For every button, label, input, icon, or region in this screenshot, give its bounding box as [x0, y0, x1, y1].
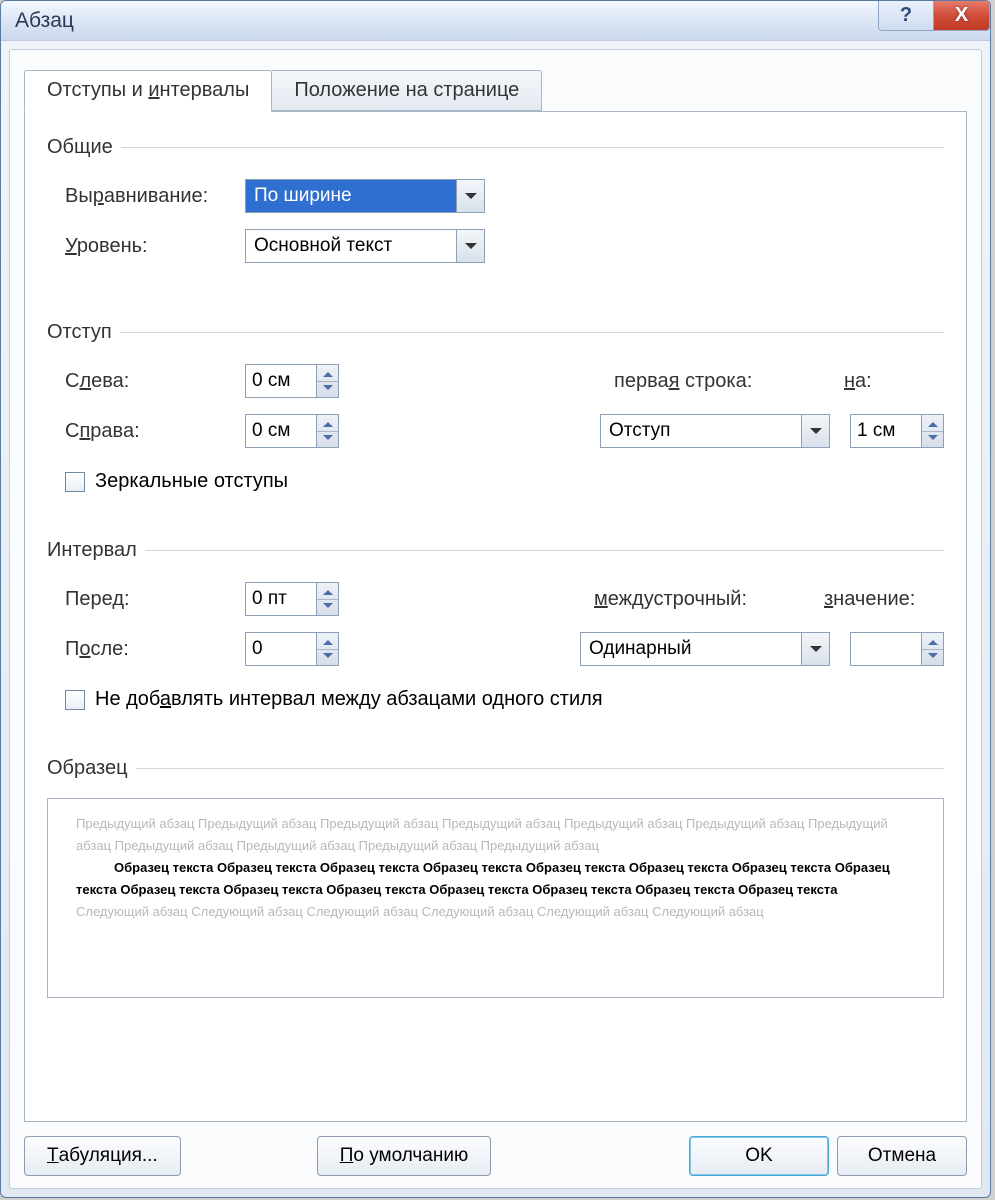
noadd-label: Не добавлять интервал между абзацами одн… — [95, 688, 603, 711]
indent-left-value: 0 см — [246, 365, 316, 397]
spinner-buttons[interactable] — [316, 633, 338, 665]
mirror-indents-checkbox[interactable] — [65, 472, 85, 492]
preview-sample-text: Образец текста Образец текста Образец те… — [76, 857, 915, 901]
spinner-buttons[interactable] — [316, 365, 338, 397]
firstline-combo[interactable]: Отступ — [600, 414, 830, 448]
noadd-checkbox[interactable] — [65, 690, 85, 710]
close-button[interactable]: X — [934, 1, 990, 31]
help-button[interactable]: ? — [878, 1, 934, 31]
before-spinner[interactable]: 0 пт — [245, 582, 339, 616]
paragraph-dialog: Абзац ? X Отступы и интервалы Положение … — [0, 0, 991, 1198]
by-label: на: — [844, 370, 944, 393]
row-level: Уровень: Основной текст — [47, 229, 944, 263]
row-indent-top: Слева: 0 см первая строка: на: — [47, 364, 944, 398]
noadd-row: Не добавлять интервал между абзацами одн… — [65, 688, 944, 711]
left-label: Слева: — [65, 370, 245, 393]
default-button[interactable]: По умолчанию — [317, 1136, 492, 1176]
client-area: Отступы и интервалы Положение на страниц… — [9, 49, 982, 1189]
after-label: После: — [65, 638, 245, 661]
after-spinner[interactable]: 0 — [245, 632, 339, 666]
tab-label: Отступы и интервалы — [47, 79, 249, 101]
ok-button[interactable]: OK — [689, 1136, 829, 1176]
firstline-value: Отступ — [601, 415, 801, 447]
group-indent: Отступ — [47, 321, 944, 344]
indent-right-value: 0 см — [246, 415, 316, 447]
row-alignment: Выравнивание: По ширине — [47, 179, 944, 213]
mirror-indents-row: Зеркальные отступы — [65, 470, 944, 493]
spinner-buttons[interactable] — [921, 415, 943, 447]
row-spacing-before: Перед: 0 пт междустрочный: значение: — [47, 582, 944, 616]
chevron-down-icon[interactable] — [801, 633, 829, 665]
firstline-label: первая строка: — [614, 370, 844, 393]
after-value: 0 — [246, 633, 316, 665]
chevron-down-icon[interactable] — [456, 180, 484, 212]
indent-left-spinner[interactable]: 0 см — [245, 364, 339, 398]
at-value — [851, 633, 921, 665]
tab-strip: Отступы и интервалы Положение на страниц… — [24, 70, 967, 111]
cancel-button[interactable]: Отмена — [837, 1136, 967, 1176]
line-spacing-combo[interactable]: Одинарный — [580, 632, 830, 666]
group-preview: Образец — [47, 757, 944, 780]
right-label: Справа: — [65, 420, 245, 443]
button-row: Табуляция... По умолчанию OK Отмена — [24, 1136, 967, 1176]
before-value: 0 пт — [246, 583, 316, 615]
level-combo[interactable]: Основной текст — [245, 229, 485, 263]
row-indent-bottom: Справа: 0 см Отступ 1 см — [47, 414, 944, 448]
spinner-buttons[interactable] — [921, 633, 943, 665]
by-value: 1 см — [851, 415, 921, 447]
group-general: Общие — [47, 136, 944, 159]
alignment-label: Выравнивание: — [65, 185, 245, 208]
row-spacing-after: После: 0 Одинарный — [47, 632, 944, 666]
tab-label: Положение на странице — [294, 79, 519, 101]
group-spacing: Интервал — [47, 539, 944, 562]
level-value: Основной текст — [246, 230, 456, 262]
mirror-indents-label: Зеркальные отступы — [95, 470, 288, 493]
before-label: Перед: — [65, 588, 245, 611]
preview-next-text: Следующий абзац Следующий абзац Следующи… — [76, 901, 915, 923]
tab-body: Общие Выравнивание: По ширине Уровень: О… — [24, 111, 967, 1122]
window-title: Абзац — [15, 9, 74, 33]
indent-right-spinner[interactable]: 0 см — [245, 414, 339, 448]
titlebar: Абзац ? X — [1, 1, 990, 41]
by-spinner[interactable]: 1 см — [850, 414, 944, 448]
level-label: Уровень: — [65, 235, 245, 258]
window-controls: ? X — [878, 1, 990, 31]
chevron-down-icon[interactable] — [801, 415, 829, 447]
preview-box: Предыдущий абзац Предыдущий абзац Предыд… — [47, 798, 944, 998]
spinner-buttons[interactable] — [316, 415, 338, 447]
chevron-down-icon[interactable] — [456, 230, 484, 262]
alignment-value: По ширине — [246, 180, 456, 212]
line-label: междустрочный: — [594, 588, 824, 611]
tab-indents-spacing[interactable]: Отступы и интервалы — [24, 70, 272, 112]
tab-page-position[interactable]: Положение на странице — [272, 70, 542, 111]
preview-prev-text: Предыдущий абзац Предыдущий абзац Предыд… — [76, 813, 915, 857]
line-spacing-value: Одинарный — [581, 633, 801, 665]
alignment-combo[interactable]: По ширине — [245, 179, 485, 213]
at-label: значение: — [824, 588, 944, 611]
spinner-buttons[interactable] — [316, 583, 338, 615]
tabs-button[interactable]: Табуляция... — [24, 1136, 181, 1176]
at-spinner[interactable] — [850, 632, 944, 666]
